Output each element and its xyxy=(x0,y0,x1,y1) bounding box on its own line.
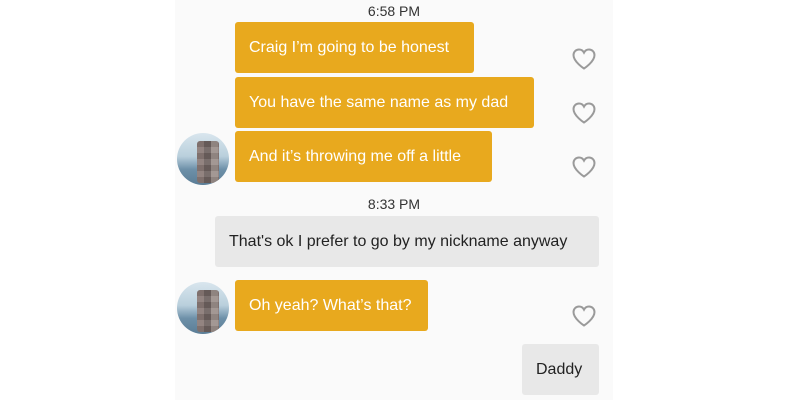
sender-avatar[interactable] xyxy=(177,282,229,334)
timestamp: 6:58 PM xyxy=(367,3,421,19)
blurred-photo xyxy=(197,141,219,183)
outgoing-message[interactable]: That's ok I prefer to go by my nickname … xyxy=(215,216,599,267)
incoming-message[interactable]: You have the same name as my dad xyxy=(235,77,534,128)
like-heart-icon[interactable] xyxy=(571,101,597,125)
outgoing-message[interactable]: Daddy xyxy=(522,344,599,395)
blurred-photo xyxy=(197,290,219,332)
incoming-message[interactable]: Craig I’m going to be honest xyxy=(235,22,474,73)
chat-thread: 6:58 PM Craig I’m going to be honest You… xyxy=(175,0,613,400)
incoming-message[interactable]: Oh yeah? What’s that? xyxy=(235,280,428,331)
like-heart-icon[interactable] xyxy=(571,47,597,71)
incoming-message[interactable]: And it’s throwing me off a little xyxy=(235,131,492,182)
like-heart-icon[interactable] xyxy=(571,304,597,328)
sender-avatar[interactable] xyxy=(177,133,229,185)
like-heart-icon[interactable] xyxy=(571,155,597,179)
timestamp: 8:33 PM xyxy=(367,196,421,212)
